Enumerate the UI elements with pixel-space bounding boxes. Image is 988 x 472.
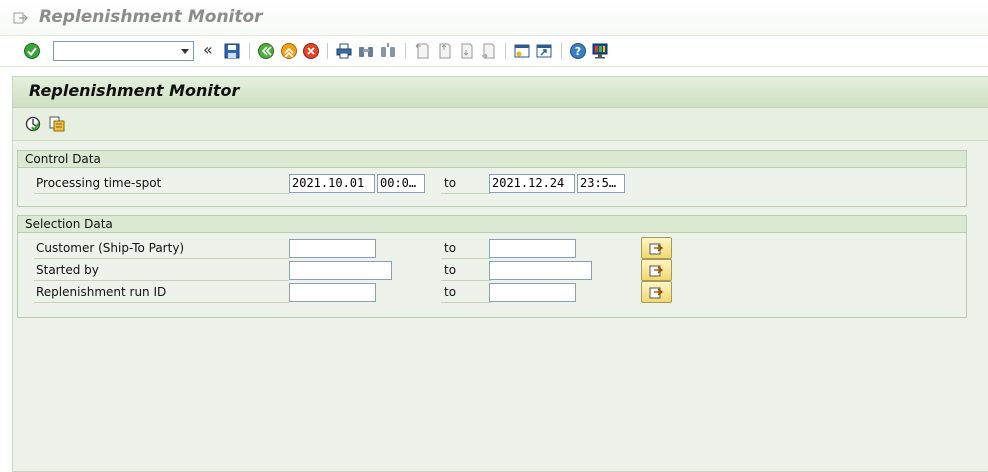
to-label: to — [441, 282, 491, 303]
customer-row: Customer (Ship-To Party) to — [18, 237, 966, 260]
customer-to-input[interactable] — [489, 239, 576, 258]
back-icon[interactable] — [257, 42, 275, 60]
processing-time-spot-label: Processing time-spot — [34, 173, 289, 194]
save-icon[interactable] — [223, 42, 241, 60]
svg-text:?: ? — [575, 45, 581, 58]
customer-from-input[interactable] — [289, 239, 376, 258]
enter-icon[interactable] — [23, 42, 41, 60]
first-page-icon[interactable] — [413, 42, 431, 60]
exit-icon[interactable] — [280, 42, 298, 60]
selection-data-group: Selection Data Customer (Ship-To Party) … — [17, 215, 967, 318]
title-bar: Replenishment Monitor — [0, 0, 988, 36]
from-date-input[interactable]: 2021.10.01 — [289, 174, 375, 193]
customer-multiple-selection-button[interactable] — [641, 237, 672, 259]
main-panel: Replenishment Monitor Control Data Proce… — [12, 76, 988, 472]
run-id-to-input[interactable] — [489, 283, 576, 302]
previous-page-icon[interactable] — [435, 42, 453, 60]
toolbar-separator — [561, 43, 562, 59]
chevron-double-left-icon[interactable]: « — [203, 40, 213, 59]
print-icon[interactable] — [335, 42, 353, 60]
to-label: to — [441, 173, 491, 194]
last-page-icon[interactable] — [479, 42, 497, 60]
create-session-icon[interactable] — [513, 42, 531, 60]
multiple-selection-arrow-icon — [649, 287, 664, 299]
to-label: to — [441, 260, 491, 281]
window-title: Replenishment Monitor — [39, 7, 263, 27]
cancel-icon[interactable] — [302, 42, 320, 60]
find-icon[interactable] — [357, 42, 375, 60]
toolbar-separator — [249, 43, 250, 59]
toolbar-separator — [405, 43, 406, 59]
toolbar-separator — [505, 43, 506, 59]
find-next-icon[interactable] — [379, 42, 397, 60]
menu-exit-icon[interactable] — [12, 10, 28, 26]
command-field[interactable] — [53, 41, 194, 61]
started-by-label: Started by — [34, 260, 289, 281]
application-toolbar — [13, 108, 988, 141]
get-variant-icon[interactable] — [48, 115, 66, 133]
multiple-selection-arrow-icon — [649, 243, 664, 255]
page-title: Replenishment Monitor — [29, 81, 240, 100]
control-data-group: Control Data Processing time-spot 2021.1… — [17, 150, 967, 207]
processing-time-spot-row: Processing time-spot 2021.10.01 00:0… to… — [18, 173, 966, 195]
to-date-input[interactable]: 2021.12.24 — [489, 174, 575, 193]
screen-header: Replenishment Monitor — [13, 77, 988, 108]
run-id-from-input[interactable] — [289, 283, 376, 302]
replenishment-run-id-label: Replenishment run ID — [34, 282, 289, 303]
execute-icon[interactable] — [24, 115, 42, 133]
to-time-input[interactable]: 23:5… — [577, 174, 625, 193]
replenishment-run-id-row: Replenishment run ID to — [18, 281, 966, 304]
from-time-input[interactable]: 00:0… — [377, 174, 425, 193]
help-icon[interactable]: ? — [569, 42, 587, 60]
to-label: to — [441, 238, 491, 259]
customize-layout-icon[interactable] — [591, 42, 609, 60]
standard-toolbar: « ? — [0, 36, 988, 67]
customer-label: Customer (Ship-To Party) — [34, 238, 289, 259]
selection-data-title: Selection Data — [18, 216, 966, 233]
run-id-multiple-selection-button[interactable] — [641, 281, 672, 303]
started-by-to-input[interactable] — [489, 261, 592, 280]
toolbar-separator — [327, 43, 328, 59]
generate-shortcut-icon[interactable] — [535, 42, 553, 60]
chevron-down-icon[interactable] — [181, 49, 189, 54]
control-data-title: Control Data — [18, 151, 966, 168]
next-page-icon[interactable] — [457, 42, 475, 60]
started-by-from-input[interactable] — [289, 261, 392, 280]
started-by-row: Started by to — [18, 259, 966, 282]
multiple-selection-arrow-icon — [649, 265, 664, 277]
started-by-multiple-selection-button[interactable] — [641, 259, 672, 281]
